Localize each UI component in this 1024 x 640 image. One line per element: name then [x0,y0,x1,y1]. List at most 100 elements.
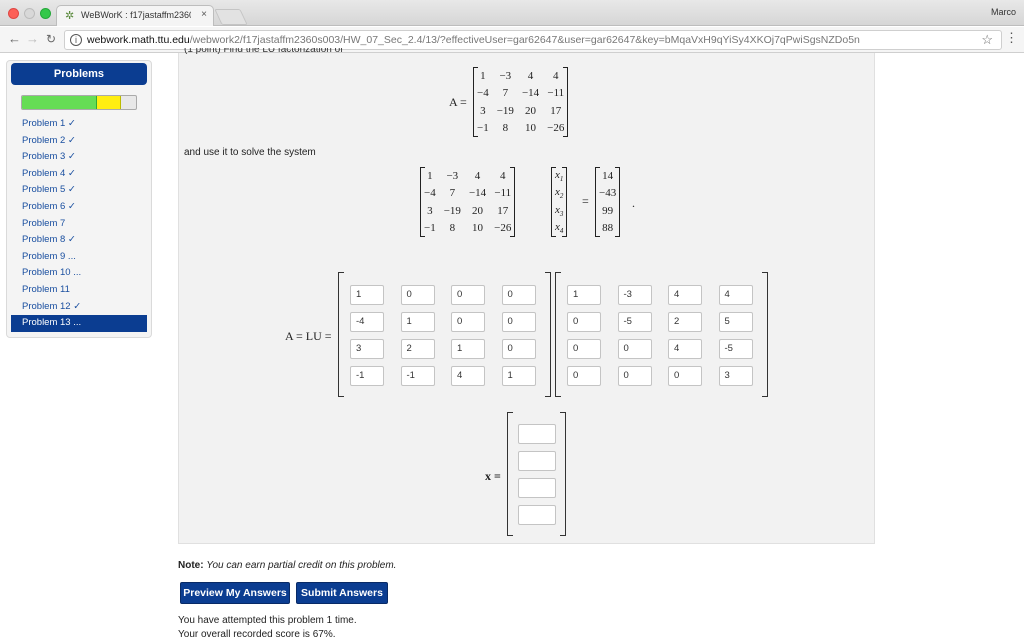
u-matrix-input[interactable]: 2 [668,312,702,332]
u-matrix-input[interactable]: 0 [567,312,601,332]
l-matrix-input[interactable]: -1 [350,366,384,386]
partial-credit-note: Note: You can earn partial credit on thi… [178,560,397,571]
problems-sidebar: Problems Problem 1 ✓ Problem 2 ✓ Problem 3… [6,60,152,338]
rhs-vector: 14 −43 99 88 [595,167,621,237]
l-matrix-input[interactable]: -4 [350,312,384,332]
sidebar-item-problem-9[interactable]: Problem 9 ... [7,249,153,266]
l-matrix-input[interactable]: -1 [400,366,435,386]
u-matrix-input[interactable]: 4 [718,285,753,305]
l-matrix-input[interactable]: 3 [350,339,384,359]
x-vector: x1 x2 x3 x4 [551,167,568,237]
x-right-bracket [560,412,566,536]
progress-bar [21,95,137,110]
browser-tab[interactable]: ✲ WeBWorK : f17jastaffm2360s × [56,5,214,26]
l-matrix-right-bracket [545,272,551,397]
new-tab-button[interactable] [214,9,248,25]
system-matrix-cell: 8 [449,222,456,235]
system-matrix: 1 −3 4 4 −4 7 −14 −11 3 −19 20 17 −1 8 10 −26 [420,167,516,237]
l-matrix-input[interactable]: 1 [400,312,435,332]
matrix-a-cell: −3 [499,69,512,82]
l-matrix-input[interactable]: 0 [451,285,485,305]
l-matrix-input[interactable]: 0 [400,285,435,305]
u-matrix-input[interactable]: 5 [718,312,753,332]
minimize-window-button[interactable] [24,8,35,19]
system-matrix-cell: 10 [472,222,484,235]
sidebar-item-problem-8[interactable]: Problem 8 ✓ [7,232,153,249]
matrix-a-cell: 4 [527,69,534,82]
close-window-button[interactable] [8,8,19,19]
sidebar-item-problem-11[interactable]: Problem 11 [7,282,153,299]
back-icon[interactable]: ← [8,31,21,46]
u-matrix-input[interactable]: 4 [668,339,702,359]
x-answer-input[interactable] [518,424,556,444]
url-text[interactable]: webwork.math.ttu.edu/webwork2/f17jastaff… [87,34,860,46]
u-matrix-input[interactable]: 4 [668,285,702,305]
address-bar[interactable]: i webwork.math.ttu.edu/webwork2/f17jasta… [64,30,1002,50]
x-label: x = [485,469,501,483]
l-matrix-input[interactable]: 0 [501,285,536,305]
matrix-a-cell: 7 [502,87,509,100]
lu-label: A = LU = [285,329,332,343]
system-period: . [632,196,635,210]
sidebar-item-problem-10[interactable]: Problem 10 ... [7,265,153,282]
u-matrix-input[interactable]: 0 [617,366,652,386]
sidebar-item-problem-1[interactable]: Problem 1 ✓ [7,116,153,133]
webwork-favicon-icon: ✲ [65,10,75,22]
matrix-a-cell: −19 [496,104,514,117]
system-matrix-cell: 7 [449,187,456,200]
sidebar-item-problem-7[interactable]: Problem 7 [7,216,153,233]
l-matrix-input[interactable]: 4 [451,366,485,386]
solve-text: and use it to solve the system [184,147,316,158]
info-icon[interactable]: i [70,34,82,46]
l-matrix-input[interactable]: 0 [501,339,536,359]
u-matrix-input[interactable]: 0 [567,339,601,359]
maximize-window-button[interactable] [40,8,51,19]
menu-icon[interactable]: ⋮ [1005,30,1018,46]
attempt-count: You have attempted this problem 1 time. [178,615,357,626]
overall-score: Your overall recorded score is 67%. [178,629,336,640]
x-answer-input[interactable] [518,478,556,498]
tab-close-icon[interactable]: × [201,9,207,20]
sidebar-item-problem-6[interactable]: Problem 6 ✓ [7,199,153,216]
progress-correct [22,96,98,109]
u-matrix-input[interactable]: -5 [617,312,652,332]
system-matrix-cell: −14 [468,187,487,200]
u-matrix-input[interactable]: 1 [567,285,601,305]
u-matrix-input[interactable]: -5 [718,339,753,359]
matrix-a-label: A = [449,95,467,109]
l-matrix-input[interactable]: 2 [400,339,435,359]
forward-icon[interactable]: → [26,31,39,46]
system-matrix-cell: 20 [472,204,484,217]
submit-answers-button[interactable]: Submit Answers [296,582,388,604]
u-matrix-left-bracket [555,272,561,397]
x-answer-input[interactable] [518,505,556,525]
preview-answers-button[interactable]: Preview My Answers [180,582,290,604]
l-matrix-input[interactable]: 1 [451,339,485,359]
reload-icon[interactable]: ↻ [46,32,56,46]
l-matrix-input[interactable]: 0 [501,312,536,332]
browser-titlebar: ✲ WeBWorK : f17jastaffm2360s × Marco [0,0,1024,26]
u-matrix-right-bracket [762,272,768,397]
problem-list: Problem 1 ✓ Problem 2 ✓ Problem 3 ✓ Problem… [7,116,153,332]
l-matrix-input[interactable]: 0 [451,312,485,332]
l-matrix-input[interactable]: 1 [350,285,384,305]
sidebar-item-problem-4[interactable]: Problem 4 ✓ [7,166,153,183]
x-answer-input[interactable] [518,451,556,471]
profile-name[interactable]: Marco [991,7,1016,17]
sidebar-item-problem-13[interactable]: Problem 13 ... [11,315,147,332]
sidebar-item-problem-12[interactable]: Problem 12 ✓ [7,299,153,316]
matrix-a-cell: 20 [525,104,537,117]
system-matrix-cell: 4 [474,169,481,182]
l-matrix-input[interactable]: 1 [501,366,536,386]
u-matrix-input[interactable]: 0 [617,339,652,359]
u-matrix-input[interactable]: 0 [668,366,702,386]
sidebar-title: Problems [11,63,147,85]
u-matrix-input[interactable]: -3 [617,285,652,305]
sidebar-item-problem-2[interactable]: Problem 2 ✓ [7,133,153,150]
u-matrix-input[interactable]: 3 [718,366,753,386]
sidebar-item-problem-3[interactable]: Problem 3 ✓ [7,149,153,166]
u-matrix-input[interactable]: 0 [567,366,601,386]
star-icon[interactable]: ☆ [981,32,993,48]
sidebar-item-problem-5[interactable]: Problem 5 ✓ [7,182,153,199]
system-matrix-cell: −19 [443,204,461,217]
